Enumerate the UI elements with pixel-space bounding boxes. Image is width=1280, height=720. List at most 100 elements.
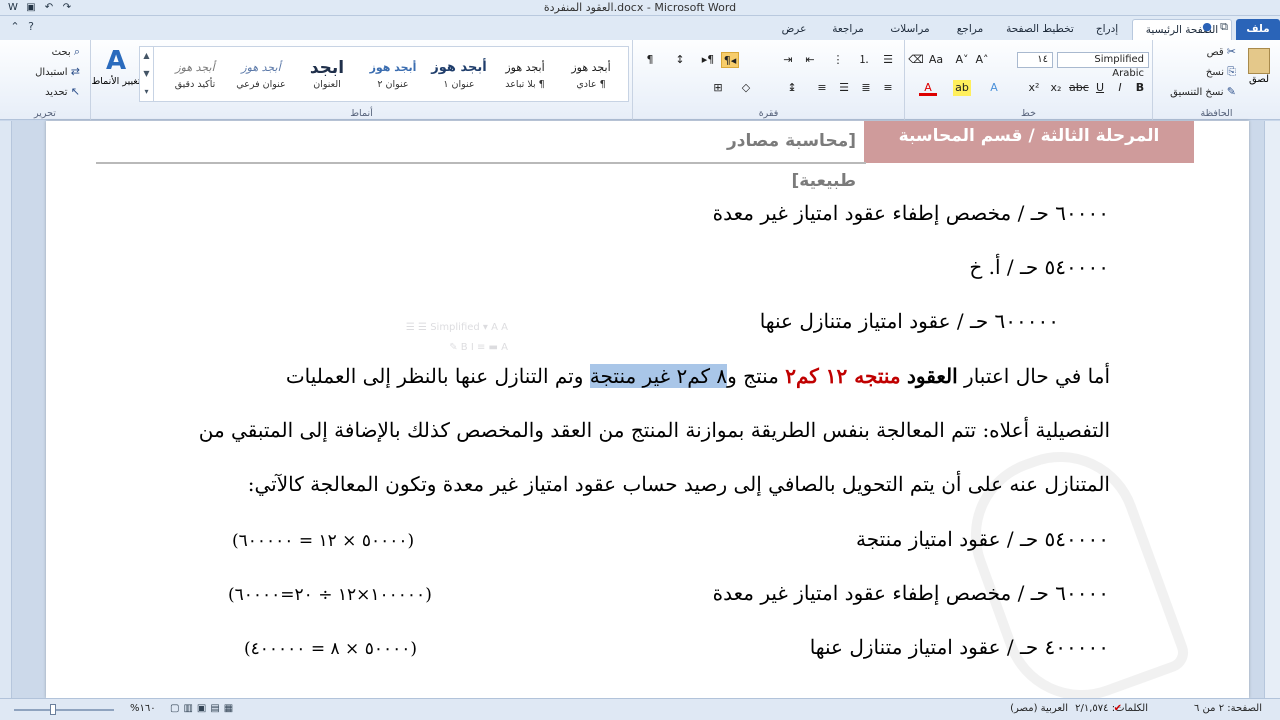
paragraph-3: المتنازل عنه على أن يتم التحويل بالصافي … bbox=[247, 472, 1110, 496]
line-spacing-button[interactable]: ↨ bbox=[783, 80, 801, 96]
change-styles-icon: A bbox=[105, 46, 127, 76]
text-selection: ٨ كم٢ غير منتجة bbox=[589, 364, 728, 388]
clear-formatting-button[interactable]: ⌫ bbox=[907, 52, 925, 68]
format-painter-button[interactable]: ✎ نسخ التنسيق bbox=[1170, 85, 1236, 98]
find-button[interactable]: ⌕ بحث bbox=[52, 45, 80, 59]
style-subtitle[interactable]: أبجد هوز عنوان فرعي bbox=[230, 53, 292, 101]
header-course: [محاسبة مصادر طبيعية] bbox=[727, 131, 856, 191]
editing-group-label: تحرير bbox=[34, 108, 56, 119]
change-styles-button[interactable]: A تغيير الأنماط bbox=[91, 46, 141, 102]
tab-insert[interactable]: إدراج bbox=[1086, 19, 1128, 40]
font-group-label: خط bbox=[1021, 108, 1036, 119]
style-normal[interactable]: أبجد هوز ¶ عادي bbox=[560, 53, 622, 101]
journal-line-2: ٥٤٠٠٠٠ حـ / أ. خ bbox=[969, 255, 1109, 279]
entry-1-calc: (٥٠٠٠٠ × ١٢ = ٦٠٠٠٠٠) bbox=[232, 531, 415, 551]
font-name-combo[interactable]: Simplified Arabic bbox=[1057, 52, 1149, 79]
ribbon: لصق ✂ قص ⎘ نسخ ✎ نسخ التنسيق الحافظة Sim… bbox=[0, 40, 1280, 120]
zoom-level[interactable]: ١٦٠% bbox=[130, 703, 156, 714]
tab-review[interactable]: مراجعة bbox=[822, 19, 874, 40]
numbering-button[interactable]: ⒈ bbox=[855, 52, 873, 68]
justify-button[interactable]: ≣ bbox=[857, 80, 875, 96]
word-count[interactable]: الكلمات: ٢/١,٥٧٤ bbox=[1075, 703, 1148, 714]
gallery-scroll[interactable]: ▲ ▼ ▾ bbox=[140, 47, 154, 101]
font-size-combo[interactable]: ١٤ bbox=[1017, 52, 1053, 68]
zoom-thumb[interactable] bbox=[50, 704, 56, 715]
header-department: المرحلة الثالثة / قسم المحاسبة bbox=[864, 121, 1194, 163]
select-button[interactable]: ↖ تحديد bbox=[45, 85, 80, 98]
ltr-direction-button[interactable]: ▸¶ bbox=[699, 52, 717, 68]
editing-group: ⌕ بحث ⇄ استبدال ↖ تحديد تحرير bbox=[0, 40, 90, 120]
entry-3-calc: (٥٠٠٠٠ × ٨ = ٤٠٠٠٠٠) bbox=[244, 639, 417, 659]
change-case-button[interactable]: Aa bbox=[927, 52, 945, 68]
strikethrough-button[interactable]: abc bbox=[1069, 80, 1089, 96]
language-indicator[interactable]: العربية (مصر) bbox=[1010, 703, 1068, 714]
status-bar: الصفحة: ٢ من ٦ الكلمات: ٢/١,٥٧٤ ✔ العربي… bbox=[0, 698, 1280, 720]
rtl-direction-button[interactable]: ¶◂ bbox=[721, 52, 739, 68]
bullets-button[interactable]: ☰ bbox=[879, 52, 897, 68]
paste-button[interactable]: لصق bbox=[1243, 48, 1275, 92]
journal-line-3: ٦٠٠٠٠٠ حـ / عقود امتياز متنازل عنها bbox=[759, 309, 1059, 333]
mini-toolbar[interactable]: Simplified ▾ A A ☰ ☰ B I ≡ ▬ A ✎ bbox=[308, 320, 508, 360]
tab-references[interactable]: مراجع bbox=[946, 19, 994, 40]
vertical-scrollbar[interactable] bbox=[1264, 121, 1280, 698]
underline-button[interactable]: U bbox=[1091, 80, 1109, 96]
style-no-spacing[interactable]: أبجد هوز ¶ بلا تباعد bbox=[494, 53, 556, 101]
zoom-slider[interactable] bbox=[0, 699, 126, 720]
font-color-button[interactable]: A bbox=[919, 80, 937, 96]
align-center-button[interactable]: ☰ bbox=[835, 80, 853, 96]
styles-group: A تغيير الأنماط أبجد هوز ¶ عادي أبجد هوز ¶… bbox=[90, 40, 632, 120]
increase-indent-button[interactable]: ⇥ bbox=[779, 52, 797, 68]
shrink-font-button[interactable]: A˅ bbox=[953, 52, 971, 68]
paragraph-1: أما في حال اعتبار العقود منتجه ١٢ كم٢ من… bbox=[285, 364, 1110, 388]
subscript-button[interactable]: x₂ bbox=[1047, 80, 1065, 96]
paragraph-group: ☰ ⒈ ⋮ ⇤ ⇥ ¶◂ ▸¶ ↕ ¶ ≡ ≣ ☰ ≡ ↨ ◇ ⊞ فقرة bbox=[632, 40, 904, 120]
multilevel-list-button[interactable]: ⋮ bbox=[829, 52, 847, 68]
style-title[interactable]: ابجد العنوان bbox=[296, 53, 358, 101]
grow-font-button[interactable]: A˄ bbox=[973, 52, 991, 68]
style-heading-1[interactable]: أبجد هوز عنوان ١ bbox=[428, 53, 490, 101]
page-counter[interactable]: الصفحة: ٢ من ٦ bbox=[1194, 703, 1262, 714]
borders-button[interactable]: ⊞ bbox=[709, 80, 727, 96]
tab-file[interactable]: ملف bbox=[1236, 19, 1280, 40]
restore-icon[interactable]: ⧉ bbox=[1217, 20, 1231, 34]
binoculars-icon: ⌕ bbox=[73, 45, 80, 58]
help-circle-icon[interactable]: ● bbox=[1200, 20, 1214, 33]
help-icon[interactable]: ? bbox=[24, 20, 38, 33]
copy-button[interactable]: ⎘ نسخ bbox=[1206, 65, 1236, 79]
replace-icon: ⇄ bbox=[70, 65, 80, 78]
word-window: W ▣ ↶ ↷ العقود المنفردة.docx - Microsoft… bbox=[0, 0, 1280, 720]
text-effects-button[interactable]: A bbox=[985, 80, 1003, 96]
tab-view[interactable]: عرض bbox=[772, 19, 816, 40]
styles-group-label: أنماط bbox=[350, 108, 373, 119]
show-marks-button[interactable]: ¶ bbox=[641, 52, 659, 68]
superscript-button[interactable]: x² bbox=[1025, 80, 1043, 96]
style-heading-2[interactable]: أبجد هوز عنوان ٢ bbox=[362, 53, 424, 101]
align-left-button[interactable]: ≡ bbox=[813, 80, 831, 96]
proofing-icon[interactable]: ✔ bbox=[1114, 703, 1122, 714]
shading-button[interactable]: ◇ bbox=[737, 80, 755, 96]
paragraph-group-label: فقرة bbox=[758, 108, 779, 119]
tab-page-layout[interactable]: تخطيط الصفحة bbox=[1000, 19, 1080, 40]
cut-button[interactable]: ✂ قص bbox=[1207, 45, 1236, 58]
title-bar: W ▣ ↶ ↷ العقود المنفردة.docx - Microsoft… bbox=[0, 0, 1280, 16]
scissors-icon: ✂ bbox=[1226, 45, 1236, 58]
brush-icon: ✎ bbox=[1226, 85, 1236, 98]
bold-button[interactable]: B bbox=[1131, 80, 1149, 96]
minimize-ribbon-icon[interactable]: ⌃ bbox=[8, 20, 22, 33]
highlight-button[interactable]: ab bbox=[953, 80, 971, 96]
tab-mailings[interactable]: مراسلات bbox=[880, 19, 940, 40]
align-right-button[interactable]: ≡ bbox=[879, 80, 897, 96]
entry-2-calc: (١٠٠٠٠٠×١٢ ÷ ٢٠=٦٠٠٠٠) bbox=[228, 585, 432, 605]
paste-icon bbox=[1248, 48, 1270, 74]
sort-button[interactable]: ↕ bbox=[671, 52, 689, 68]
header-divider bbox=[96, 162, 866, 164]
style-subtle-emphasis[interactable]: أبجد هوز تأكيد دقيق bbox=[164, 53, 226, 101]
replace-button[interactable]: ⇄ استبدال bbox=[35, 65, 80, 78]
document-page[interactable]: المرحلة الثالثة / قسم المحاسبة [محاسبة م… bbox=[46, 121, 1249, 698]
entry-3-text: ٤٠٠٠٠٠ حـ / عقود امتياز متنازل عنها bbox=[809, 635, 1109, 659]
view-buttons[interactable]: ▦▤▣▥▢ bbox=[170, 703, 237, 714]
italic-button[interactable]: I bbox=[1111, 80, 1129, 96]
entry-2-text: ٦٠٠٠٠ حـ / مخصص إطفاء عقود امتياز غير مع… bbox=[712, 581, 1109, 605]
cursor-icon: ↖ bbox=[70, 85, 80, 98]
decrease-indent-button[interactable]: ⇤ bbox=[801, 52, 819, 68]
